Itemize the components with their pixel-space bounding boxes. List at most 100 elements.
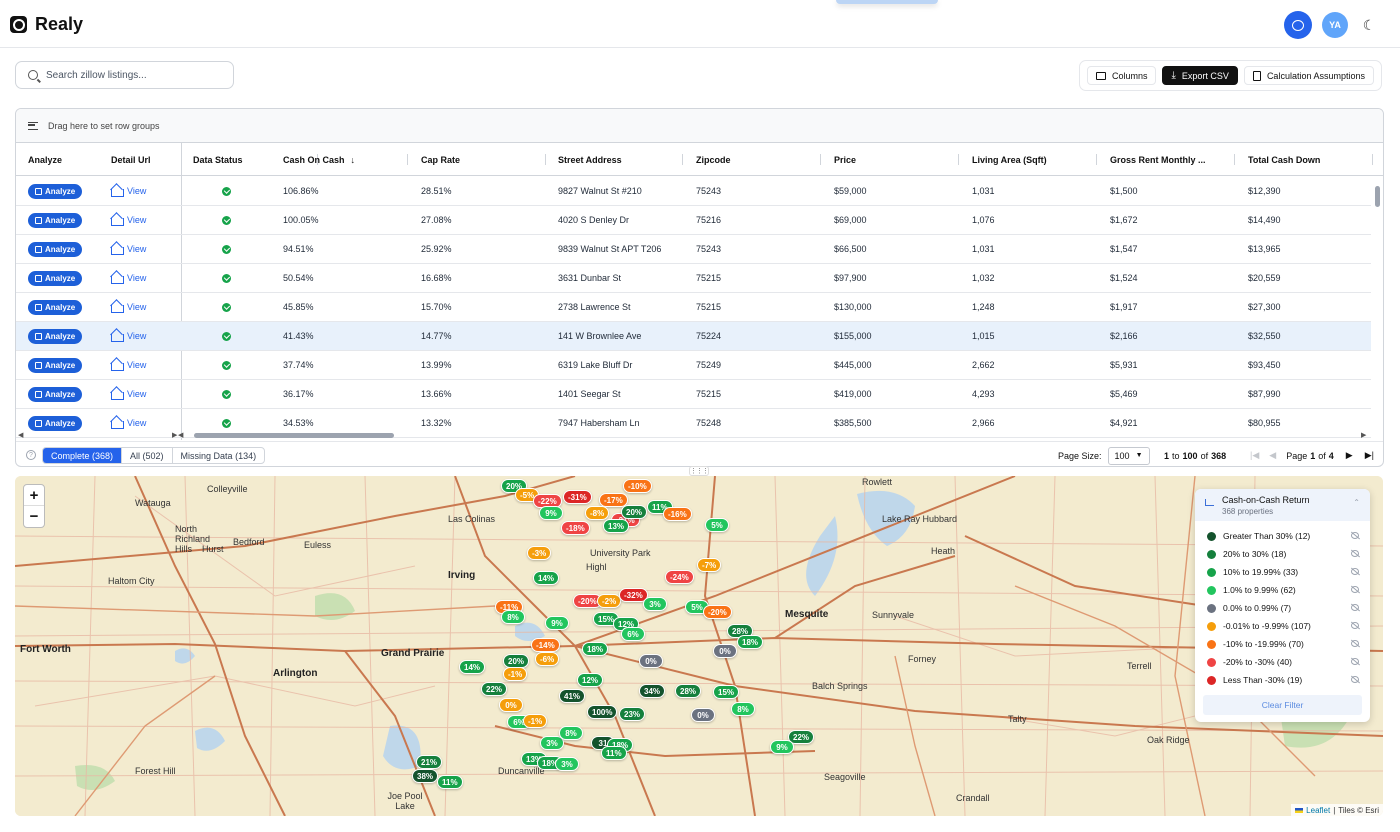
- property-marker[interactable]: 100%: [587, 705, 618, 719]
- view-link[interactable]: View: [111, 186, 146, 197]
- table-row[interactable]: Analyze View 37.74% 13.99% 6319 Lake Bluff D…: [16, 351, 1371, 380]
- legend-item[interactable]: 10% to 19.99% (33): [1207, 565, 1359, 579]
- property-marker[interactable]: 18%: [737, 635, 764, 649]
- property-marker[interactable]: -18%: [561, 521, 590, 535]
- column-header[interactable]: Analyze: [28, 143, 62, 176]
- app-logo[interactable]: Realy: [10, 14, 83, 35]
- eye-off-icon[interactable]: [1351, 640, 1359, 647]
- legend-item[interactable]: Less Than -30% (19): [1207, 673, 1359, 687]
- property-marker[interactable]: -17%: [599, 493, 628, 507]
- columns-button[interactable]: Columns: [1086, 66, 1157, 85]
- column-resize-handle[interactable]: [407, 154, 408, 165]
- property-marker[interactable]: 0%: [713, 644, 737, 658]
- property-marker[interactable]: 23%: [619, 707, 646, 721]
- property-marker[interactable]: 22%: [481, 682, 508, 696]
- tab-complete[interactable]: Complete (368): [43, 448, 123, 463]
- table-row[interactable]: Analyze View 45.85% 15.70% 2738 Lawrence St 7…: [16, 293, 1371, 322]
- view-link[interactable]: View: [111, 331, 146, 342]
- prev-page-icon[interactable]: ◀: [1269, 450, 1276, 461]
- column-header[interactable]: Cash On Cash ↓: [283, 143, 355, 176]
- calculation-assumptions-button[interactable]: Calculation Assumptions: [1243, 66, 1374, 85]
- property-marker[interactable]: 3%: [555, 757, 579, 771]
- properties-map[interactable]: Colleyville Watauga North Richland Hills Hu…: [15, 476, 1383, 816]
- property-marker[interactable]: -6%: [535, 652, 560, 666]
- legend-header[interactable]: Cash-on-Cash Return 368 properties ⌃: [1195, 489, 1370, 521]
- property-marker[interactable]: 8%: [731, 702, 755, 716]
- column-resize-handle[interactable]: [1096, 154, 1097, 165]
- eye-off-icon[interactable]: [1351, 676, 1359, 683]
- export-csv-button[interactable]: ⤓ Export CSV: [1162, 66, 1238, 85]
- column-header[interactable]: Total Cash Down: [1248, 143, 1320, 176]
- property-marker[interactable]: -20%: [703, 605, 732, 619]
- property-marker[interactable]: 9%: [539, 506, 563, 520]
- last-page-icon[interactable]: ▶|: [1365, 450, 1374, 461]
- analyze-button[interactable]: Analyze: [28, 299, 83, 315]
- property-marker[interactable]: 28%: [675, 684, 702, 698]
- property-marker[interactable]: 13%: [603, 519, 630, 533]
- legend-item[interactable]: -10% to -19.99% (70): [1207, 637, 1359, 651]
- eye-off-icon[interactable]: [1351, 532, 1359, 539]
- table-row[interactable]: Analyze View 50.54% 16.68% 3631 Dunbar St 752…: [16, 264, 1371, 293]
- property-marker[interactable]: 34%: [639, 684, 666, 698]
- analyze-button[interactable]: Analyze: [28, 415, 83, 431]
- legend-item[interactable]: 1.0% to 9.99% (62): [1207, 583, 1359, 597]
- legend-item[interactable]: -20% to -30% (40): [1207, 655, 1359, 669]
- collapse-caret-icon[interactable]: ⌃: [1353, 498, 1360, 507]
- property-marker[interactable]: 15%: [713, 685, 740, 699]
- property-marker[interactable]: -7%: [697, 558, 722, 572]
- first-page-icon[interactable]: |◀: [1250, 450, 1259, 461]
- property-marker[interactable]: -2%: [597, 594, 622, 608]
- main-scroll-left-arrow-icon[interactable]: ◀: [178, 431, 183, 439]
- analyze-button[interactable]: Analyze: [28, 270, 83, 286]
- property-marker[interactable]: 21%: [416, 755, 443, 769]
- eye-off-icon[interactable]: [1351, 550, 1359, 557]
- property-marker[interactable]: 11%: [601, 746, 627, 760]
- column-header[interactable]: Street Address: [558, 143, 622, 176]
- table-row[interactable]: Analyze View 41.43% 14.77% 141 W Brownlee Av…: [16, 322, 1371, 351]
- eye-off-icon[interactable]: [1351, 658, 1359, 665]
- property-marker[interactable]: 0%: [639, 654, 663, 668]
- property-marker[interactable]: 12%: [577, 673, 604, 687]
- clear-filter-button[interactable]: Clear Filter: [1203, 695, 1362, 715]
- analyze-button[interactable]: Analyze: [28, 241, 83, 257]
- main-scroll-right-arrow-icon[interactable]: ▶: [1361, 431, 1366, 439]
- vertical-scrollbar[interactable]: [1375, 186, 1380, 207]
- view-link[interactable]: View: [111, 302, 146, 313]
- property-marker[interactable]: 9%: [545, 616, 569, 630]
- user-avatar[interactable]: YA: [1322, 12, 1348, 38]
- legend-item[interactable]: 20% to 30% (18): [1207, 547, 1359, 561]
- analyze-button[interactable]: Analyze: [28, 212, 83, 228]
- legend-item[interactable]: 0.0% to 0.99% (7): [1207, 601, 1359, 615]
- view-link[interactable]: View: [111, 215, 146, 226]
- legend-item[interactable]: Greater Than 30% (12): [1207, 529, 1359, 543]
- tab-all[interactable]: All (502): [122, 448, 173, 463]
- property-marker[interactable]: -16%: [663, 507, 692, 521]
- column-resize-handle[interactable]: [682, 154, 683, 165]
- view-link[interactable]: View: [111, 418, 146, 429]
- column-header[interactable]: Data Status: [193, 143, 243, 176]
- analyze-button[interactable]: Analyze: [28, 328, 83, 344]
- column-resize-handle[interactable]: [820, 154, 821, 165]
- property-marker[interactable]: 18%: [582, 642, 609, 656]
- property-marker[interactable]: 11%: [437, 775, 463, 789]
- leaflet-link[interactable]: Leaflet: [1306, 806, 1330, 815]
- view-link[interactable]: View: [111, 273, 146, 284]
- legend-item[interactable]: -0.01% to -9.99% (107): [1207, 619, 1359, 633]
- zoom-in-button[interactable]: +: [24, 485, 44, 506]
- theme-toggle-moon-icon[interactable]: ☾: [1358, 14, 1380, 36]
- property-marker[interactable]: 9%: [770, 740, 794, 754]
- property-marker[interactable]: -1%: [503, 667, 528, 681]
- property-marker[interactable]: 6%: [621, 627, 645, 641]
- analyze-button[interactable]: Analyze: [28, 357, 83, 373]
- property-marker[interactable]: -10%: [623, 479, 652, 493]
- property-marker[interactable]: 14%: [459, 660, 486, 674]
- property-marker[interactable]: -8%: [585, 506, 610, 520]
- analyze-button[interactable]: Analyze: [28, 386, 83, 402]
- property-marker[interactable]: 20%: [503, 654, 530, 668]
- property-marker[interactable]: 38%: [412, 769, 439, 783]
- column-header[interactable]: Living Area (Sqft): [972, 143, 1047, 176]
- property-marker[interactable]: -3%: [527, 546, 552, 560]
- table-row[interactable]: Analyze View 36.17% 13.66% 1401 Seegar St 752…: [16, 380, 1371, 409]
- column-resize-handle[interactable]: [1234, 154, 1235, 165]
- analyze-button[interactable]: Analyze: [28, 183, 83, 199]
